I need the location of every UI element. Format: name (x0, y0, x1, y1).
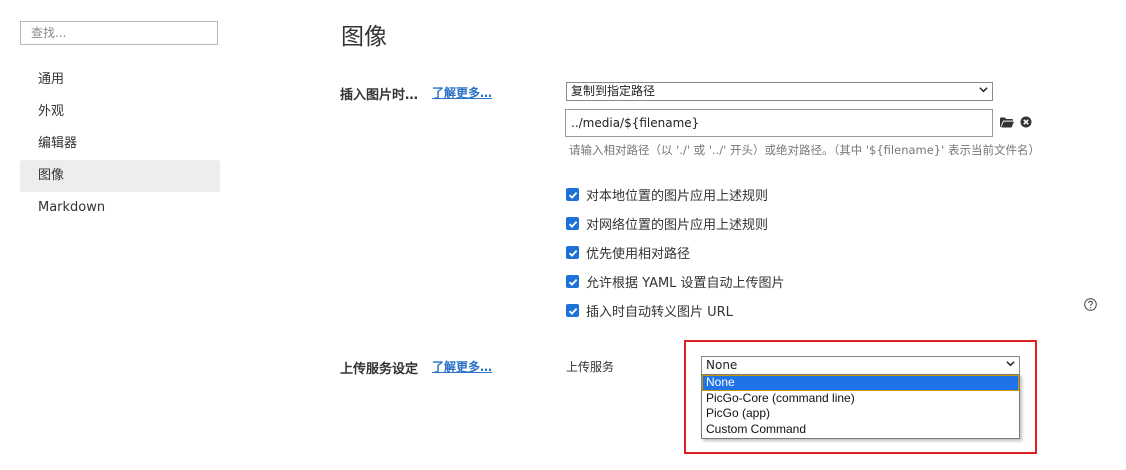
folder-icon[interactable] (1000, 117, 1014, 128)
sidebar-item-image[interactable]: 图像 (20, 160, 220, 192)
insert-action-select[interactable]: 复制到指定路径 (566, 82, 993, 101)
upload-service-options: None PicGo-Core (command line) PicGo (ap… (701, 374, 1020, 439)
insert-image-section-label: 插入图片时… (340, 88, 419, 103)
clear-icon[interactable] (1020, 116, 1032, 128)
upload-service-label: 上传服务 (566, 360, 615, 374)
sidebar-nav: 通用 外观 编辑器 图像 Markdown (20, 64, 220, 224)
option-picgo-app[interactable]: PicGo (app) (702, 406, 1019, 422)
help-icon[interactable] (1084, 298, 1097, 311)
upload-service-value: None (706, 358, 738, 372)
upload-section-label: 上传服务设定 (340, 362, 419, 377)
checkbox-label: 插入时自动转义图片 URL (586, 305, 733, 320)
image-path-input[interactable] (565, 109, 993, 137)
image-rule-checkboxes: 对本地位置的图片应用上述规则 对网络位置的图片应用上述规则 优先使用相对路径 允… (566, 180, 785, 325)
upload-learn-more-link[interactable]: 了解更多… (432, 358, 492, 375)
checkbox-label: 对网络位置的图片应用上述规则 (586, 218, 769, 233)
checkbox-checked-icon (566, 304, 579, 317)
checkbox-checked-icon (566, 246, 579, 259)
upload-service-select[interactable]: None (701, 356, 1020, 375)
checkbox-label: 对本地位置的图片应用上述规则 (586, 189, 769, 204)
sidebar-item-markdown[interactable]: Markdown (20, 192, 220, 224)
checkbox-escape-url[interactable]: 插入时自动转义图片 URL (566, 296, 785, 325)
option-custom-command[interactable]: Custom Command (702, 422, 1019, 438)
checkbox-prefer-relative[interactable]: 优先使用相对路径 (566, 238, 785, 267)
checkbox-checked-icon (566, 217, 579, 230)
sidebar-item-editor[interactable]: 编辑器 (20, 128, 220, 160)
checkbox-local-images[interactable]: 对本地位置的图片应用上述规则 (566, 180, 785, 209)
chevron-down-icon (1006, 360, 1015, 366)
option-picgo-core[interactable]: PicGo-Core (command line) (702, 391, 1019, 407)
page-title: 图像 (341, 24, 387, 50)
checkbox-checked-icon (566, 188, 579, 201)
sidebar-item-appearance[interactable]: 外观 (20, 96, 220, 128)
checkbox-checked-icon (566, 275, 579, 288)
option-none[interactable]: None (702, 375, 1019, 391)
sidebar-item-general[interactable]: 通用 (20, 64, 220, 96)
insert-learn-more-link[interactable]: 了解更多… (432, 84, 492, 101)
checkbox-yaml-upload[interactable]: 允许根据 YAML 设置自动上传图片 (566, 267, 785, 296)
checkbox-network-images[interactable]: 对网络位置的图片应用上述规则 (566, 209, 785, 238)
search-input[interactable] (20, 21, 218, 45)
checkbox-label: 允许根据 YAML 设置自动上传图片 (586, 276, 785, 291)
chevron-down-icon (979, 86, 988, 92)
insert-action-value: 复制到指定路径 (571, 84, 656, 98)
path-hint-text: 请输入相对路径（以 './' 或 '../' 开头）或绝对路径。（其中 '${f… (569, 143, 1040, 157)
checkbox-label: 优先使用相对路径 (586, 247, 691, 262)
